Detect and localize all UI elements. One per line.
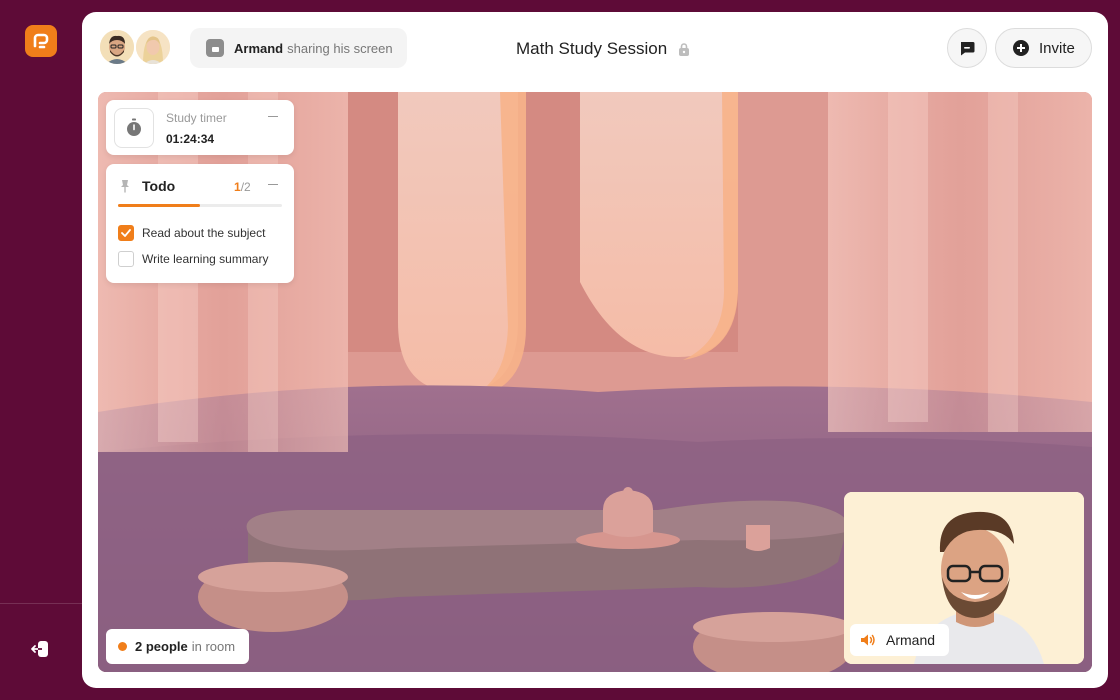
invite-button[interactable]: Invite [995,28,1092,68]
todo-progress-count: 1/2 [234,180,251,194]
page-title: Math Study Session [516,39,668,58]
invite-label: Invite [1039,39,1075,57]
main-card: Armand sharing his screen Math Study Ses… [82,12,1108,688]
study-timer-widget: Study timer 01:24:34 [106,100,294,155]
todo-done-count: 1 [234,180,241,194]
chat-button[interactable] [947,28,987,68]
room-occupancy-badge[interactable]: 2 people in room [106,629,249,664]
todo-progress-bar [118,204,282,207]
pin-icon [121,180,129,193]
speaker-name-tag: Armand [850,624,949,656]
todo-item[interactable]: Read about the subject [118,225,265,241]
sharing-user-name: Armand [234,40,284,56]
leave-room-button[interactable] [28,636,54,662]
sidebar-divider [0,603,82,604]
status-dot [118,642,127,651]
chat-icon [961,42,975,56]
people-suffix: in room [191,639,236,654]
minimize-timer-button[interactable] [268,116,278,117]
sidebar [0,0,82,700]
checkmark-icon [121,229,131,237]
stopwatch-icon [114,108,154,148]
speaker-name: Armand [886,632,936,648]
todo-total-count: /2 [240,180,251,194]
session-title-area: Math Study Session [516,38,691,60]
todo-checkbox[interactable] [118,251,134,267]
people-count: 2 people [135,639,188,654]
sharing-status-text: sharing his screen [287,40,393,56]
todo-item-label: Read about the subject [142,226,266,240]
brand-logo-icon[interactable] [25,25,57,57]
todo-progress-fill [118,204,200,207]
todo-item-label: Write learning summary [142,252,269,266]
todo-widget: Todo 1/2 Read about the subject Write le… [106,164,294,283]
screen-share-status: Armand sharing his screen [190,28,407,68]
shared-screen-stage: Study timer 01:24:34 Todo 1/2 Read about… [98,92,1092,672]
screen-share-icon [206,39,224,57]
top-bar: Armand sharing his screen Math Study Ses… [82,12,1108,92]
todo-title: Todo [142,178,176,194]
todo-item[interactable]: Write learning summary [118,251,268,267]
leave-room-icon [31,641,48,657]
todo-checkbox-checked[interactable] [118,225,134,241]
participant-avatars [98,28,178,68]
avatar[interactable] [98,28,136,66]
timer-value: 01:24:34 [166,132,215,146]
speaker-volume-icon [861,634,875,646]
participant-video-tile[interactable]: Armand [844,492,1084,664]
avatar[interactable] [134,28,172,66]
lock-icon [679,43,690,56]
timer-label: Study timer [166,111,227,125]
add-icon [1013,40,1029,56]
minimize-todo-button[interactable] [268,184,278,185]
